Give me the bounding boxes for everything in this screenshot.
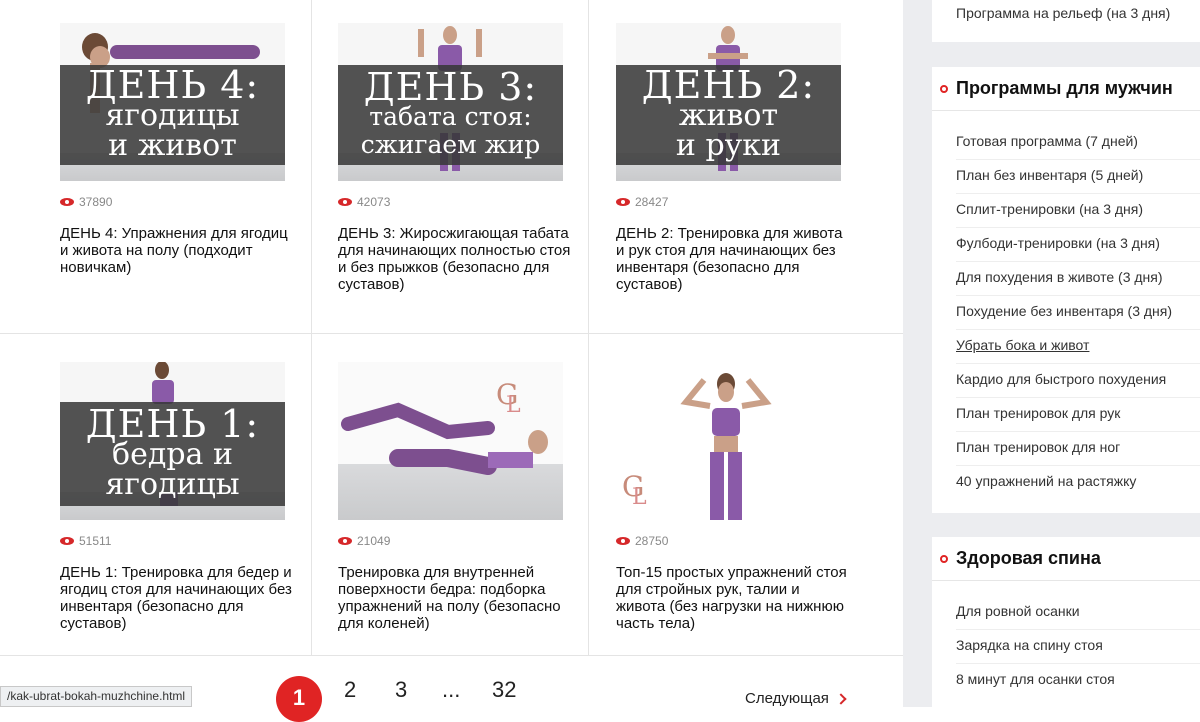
- sidebar-link[interactable]: Сплит-тренировки (на 3 дня): [956, 201, 1143, 217]
- band-line: табата стоя:: [369, 102, 532, 131]
- article-card[interactable]: ДЕНЬ 3: табата стоя: сжигаем жир 42073 Д…: [338, 23, 615, 323]
- next-page-label: Следующая: [745, 690, 829, 707]
- sidebar-link[interactable]: 8 минут для осанки стоя: [956, 671, 1115, 687]
- sidebar-link[interactable]: Похудение без инвентаря (3 дня): [956, 303, 1172, 319]
- view-count-value: 28427: [635, 195, 669, 209]
- sidebar: Программа на рельеф (на 3 дня) Программы…: [932, 0, 1200, 707]
- eye-icon: [616, 536, 630, 546]
- sidebar-link[interactable]: Зарядка на спину стоя: [956, 637, 1103, 653]
- band-line: и живот: [108, 128, 237, 163]
- view-count: 21049: [338, 534, 390, 548]
- eye-icon: [60, 536, 74, 546]
- eye-icon: [338, 536, 352, 546]
- band-line: ягодицы: [105, 98, 240, 133]
- article-title-link[interactable]: ДЕНЬ 3: Жиросжигающая табата для начинаю…: [338, 225, 573, 293]
- article-title-link[interactable]: Тренировка для внутренней поверхности бе…: [338, 564, 573, 632]
- page-1-button[interactable]: 1: [276, 676, 322, 722]
- band-line: бедра и: [112, 437, 233, 472]
- article-thumbnail[interactable]: ДЕНЬ 3: табата стоя: сжигаем жир: [338, 23, 563, 181]
- sidebar-box-healthy-back: Здоровая спина Для ровной осанки Зарядка…: [932, 537, 1200, 707]
- article-thumbnail[interactable]: G L: [338, 362, 563, 520]
- article-thumbnail[interactable]: ДЕНЬ 4: ягодицы и живот: [60, 23, 285, 181]
- svg-text:L: L: [632, 485, 647, 510]
- articles-grid: ДЕНЬ 4: ягодицы и живот 37890 ДЕНЬ 4: Уп…: [0, 0, 903, 722]
- next-page-link[interactable]: Следующая: [745, 690, 847, 707]
- sidebar-link[interactable]: Для ровной осанки: [956, 603, 1080, 619]
- status-bar-url: /kak-ubrat-bokah-muzhchine.html: [0, 686, 193, 707]
- view-count-value: 51511: [79, 534, 112, 548]
- article-card[interactable]: G L 28750 Топ-15 простых упражнений стоя…: [616, 362, 893, 652]
- sidebar-link[interactable]: План тренировок для ног: [956, 439, 1120, 455]
- bullet-circle-icon: [940, 555, 948, 563]
- band-line: живот: [678, 98, 779, 133]
- article-title-link[interactable]: Топ-15 простых упражнений стоя для строй…: [616, 564, 851, 632]
- article-title-link[interactable]: ДЕНЬ 1: Тренировка для бедер и ягодиц ст…: [60, 564, 295, 632]
- band-line: ягодицы: [105, 467, 240, 502]
- svg-text:L: L: [506, 393, 521, 418]
- thumbnail-title-band: ДЕНЬ 1: бедра и ягодицы: [60, 402, 285, 506]
- article-card[interactable]: ДЕНЬ 1: бедра и ягодицы 51511 ДЕНЬ 1: Тр…: [60, 362, 337, 652]
- sidebar-box-previous: Программа на рельеф (на 3 дня): [932, 0, 1200, 42]
- exercise-figure-image: G L: [622, 373, 772, 520]
- band-line: и руки: [675, 128, 782, 163]
- eye-icon: [60, 197, 74, 207]
- sidebar-link[interactable]: Программа на рельеф (на 3 дня): [956, 5, 1170, 21]
- band-line: ДЕНЬ 3:: [363, 65, 538, 109]
- view-count: 37890: [60, 195, 112, 209]
- sidebar-link[interactable]: Для похудения в животе (3 дня): [956, 269, 1163, 285]
- view-count: 28427: [616, 195, 668, 209]
- view-count-value: 42073: [357, 195, 391, 209]
- view-count: 28750: [616, 534, 668, 548]
- sidebar-link-hovered[interactable]: Убрать бока и живот: [956, 337, 1089, 353]
- page-2-button[interactable]: 2: [344, 677, 356, 703]
- sidebar-link[interactable]: Готовая программа (7 дней): [956, 133, 1138, 149]
- article-title-link[interactable]: ДЕНЬ 4: Упражнения для ягодиц и живота н…: [60, 225, 295, 276]
- sidebar-link[interactable]: Фулбоди-тренировки (на 3 дня): [956, 235, 1160, 251]
- thumbnail-title-band: ДЕНЬ 3: табата стоя: сжигаем жир: [338, 65, 563, 165]
- page-ellipsis: ...: [442, 677, 461, 702]
- article-thumbnail[interactable]: ДЕНЬ 1: бедра и ягодицы: [60, 362, 285, 520]
- band-line: ДЕНЬ 2:: [641, 63, 816, 107]
- eye-icon: [338, 197, 352, 207]
- article-card[interactable]: ДЕНЬ 4: ягодицы и живот 37890 ДЕНЬ 4: Уп…: [60, 23, 337, 323]
- article-title-link[interactable]: ДЕНЬ 2: Тренировка для живота и рук стоя…: [616, 225, 851, 293]
- sidebar-link[interactable]: Кардио для быстрого похудения: [956, 371, 1166, 387]
- article-thumbnail[interactable]: ДЕНЬ 2: живот и руки: [616, 23, 841, 181]
- sidebar-box-men-programs: Программы для мужчин Готовая программа (…: [932, 67, 1200, 513]
- sidebar-link[interactable]: План тренировок для рук: [956, 405, 1120, 421]
- view-count-value: 21049: [357, 534, 391, 548]
- view-count: 42073: [338, 195, 390, 209]
- band-line: ДЕНЬ 4:: [85, 63, 260, 107]
- sidebar-box-header: Здоровая спина: [932, 537, 1200, 581]
- view-count-value: 28750: [635, 534, 669, 548]
- sidebar-heading: Программы для мужчин: [956, 78, 1173, 98]
- page-3-button[interactable]: 3: [395, 677, 407, 703]
- eye-icon: [616, 197, 630, 207]
- view-count: 51511: [60, 534, 111, 548]
- article-card[interactable]: ДЕНЬ 2: живот и руки 28427 ДЕНЬ 2: Трени…: [616, 23, 893, 323]
- page-32-button[interactable]: 32: [492, 677, 516, 703]
- layout-gutter: [903, 0, 932, 707]
- chevron-right-icon: [835, 692, 847, 705]
- thumbnail-title-band: ДЕНЬ 4: ягодицы и живот: [60, 65, 285, 165]
- article-thumbnail[interactable]: G L: [616, 362, 841, 520]
- thumbnail-title-band: ДЕНЬ 2: живот и руки: [616, 65, 841, 165]
- sidebar-link[interactable]: План без инвентаря (5 дней): [956, 167, 1143, 183]
- exercise-figure-image: G L: [341, 378, 548, 475]
- bullet-circle-icon: [940, 85, 948, 93]
- view-count-value: 37890: [79, 195, 113, 209]
- band-line: сжигаем жир: [360, 130, 541, 159]
- band-line: ДЕНЬ 1:: [85, 402, 260, 446]
- sidebar-link[interactable]: 40 упражнений на растяжку: [956, 473, 1136, 489]
- sidebar-box-header: Программы для мужчин: [932, 67, 1200, 111]
- article-card[interactable]: G L 21049 Тренировка для внутренней пове…: [338, 362, 615, 652]
- sidebar-heading: Здоровая спина: [956, 548, 1101, 568]
- grid-divider: [0, 333, 903, 334]
